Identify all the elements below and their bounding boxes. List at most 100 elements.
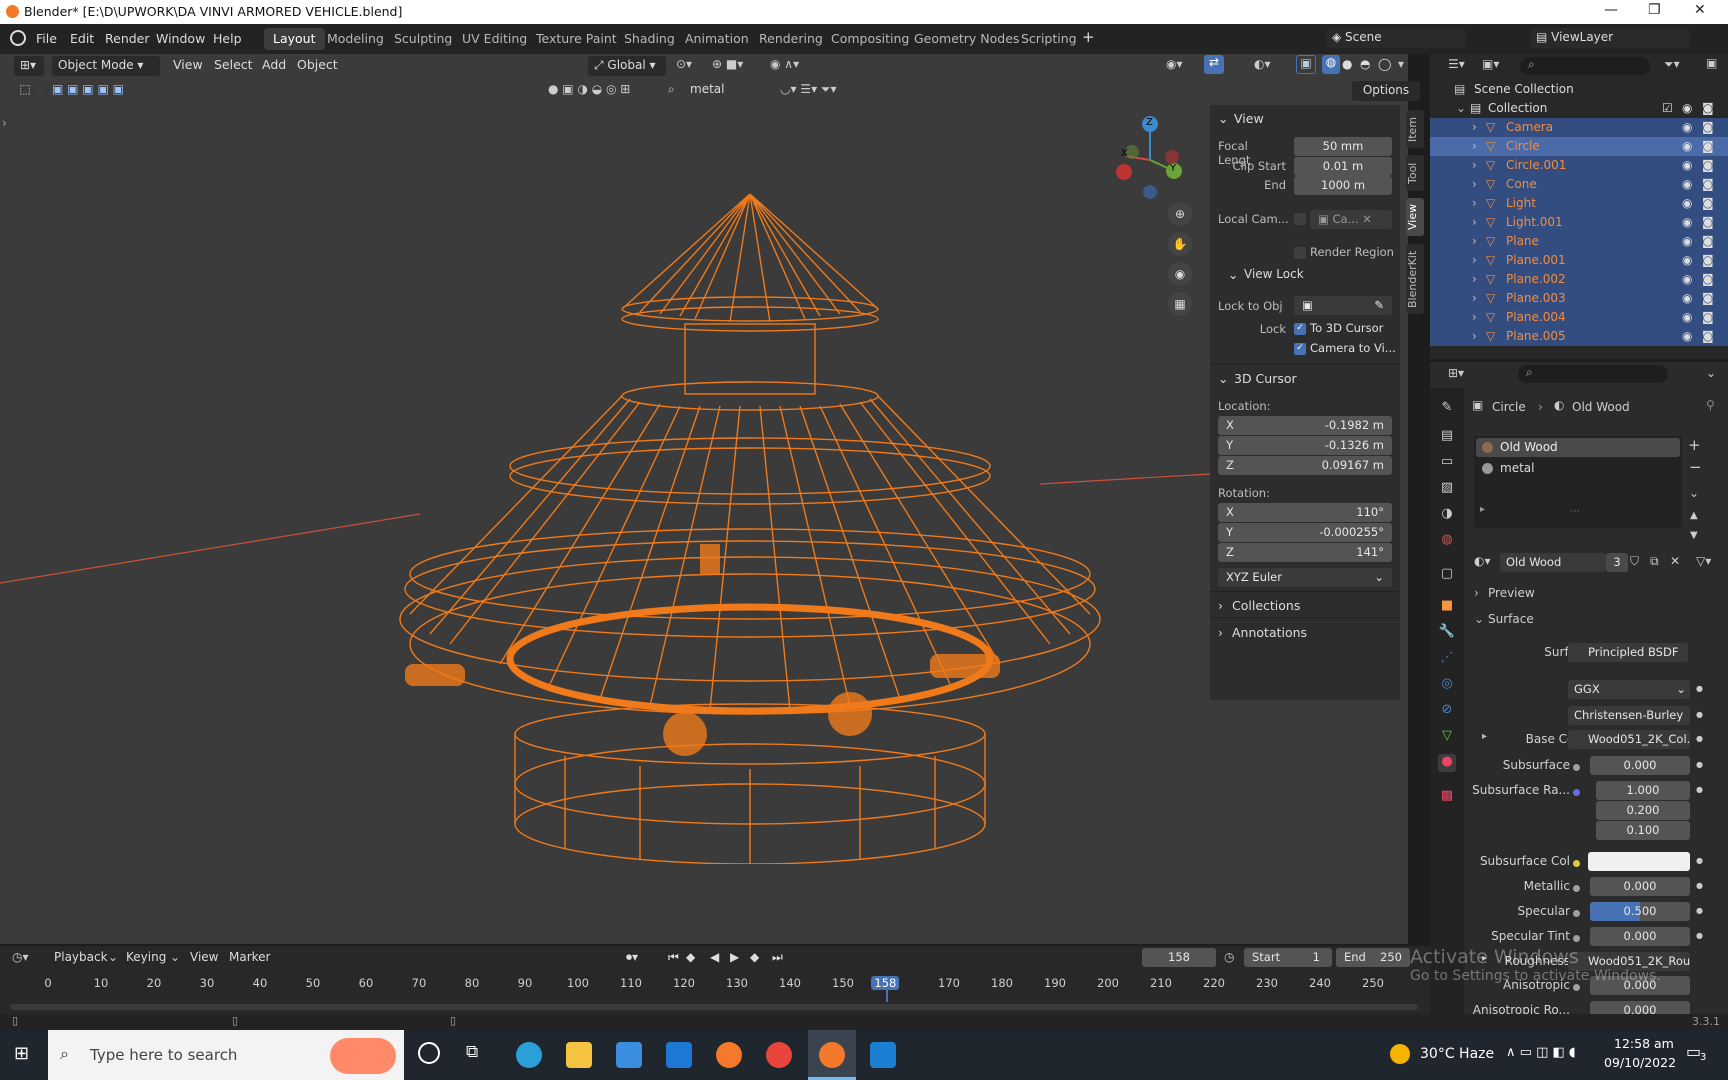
render-camera-icon[interactable]: ◙ [1702,196,1714,210]
scene-tab-icon[interactable]: ◑ [1438,506,1456,524]
particles-tab-icon[interactable]: ⋰ [1438,650,1456,668]
tab-animation[interactable]: Animation [676,28,758,50]
material-name-field[interactable]: Old Wood [1500,553,1606,572]
tab-item[interactable]: Item [1406,110,1424,148]
properties-options-icon[interactable]: ⌄ [1706,366,1716,380]
weather-text[interactable]: 30°C Haze [1420,1046,1494,1062]
cursor-rotation-y[interactable]: Y -0.000255° [1218,523,1392,542]
outliner-row[interactable]: › ▽ Light ◉ ◙ [1430,194,1728,213]
scene-selector[interactable]: ◈ Scene [1326,28,1466,48]
row-expand-icon[interactable]: › [1472,272,1477,286]
play-icon[interactable]: ▶ [730,950,739,964]
playback-menu[interactable]: Playback [54,950,108,964]
surface-shader-selector[interactable]: Principled BSDF [1568,643,1688,662]
base-color-expand-icon[interactable]: ▸ [1482,731,1487,742]
outliner-row[interactable]: › ▽ Plane.005 ◉ ◙ [1430,327,1728,346]
row-expand-icon[interactable]: › [1472,215,1477,229]
outliner-row[interactable]: › ▽ Cone ◉ ◙ [1430,175,1728,194]
chrome-icon[interactable] [766,1042,792,1068]
eye-icon[interactable]: ◉ [1682,234,1692,248]
timeline-scrollbar[interactable] [10,1004,1418,1010]
minimize-icon[interactable]: — [1604,2,1618,18]
tab-texture-paint[interactable]: Texture Paint [527,28,626,50]
subsurface-radius-r[interactable]: 1.000 [1596,781,1690,800]
preview-chevron-icon[interactable]: › [1474,586,1479,600]
outliner-row[interactable]: › ▽ Light.001 ◉ ◙ [1430,213,1728,232]
rotation-mode-dropdown[interactable]: XYZ Euler ⌄ [1218,568,1392,587]
collection-row[interactable]: ⌄ ▤ Collection ☑ ◉ ◙ [1430,99,1728,118]
material-browse-icon[interactable]: ◐▾ [1474,554,1491,568]
3d-cursor-title[interactable]: 3D Cursor [1234,371,1297,386]
tab-scripting[interactable]: Scripting [1012,28,1086,50]
render-camera-icon[interactable]: ◙ [1702,310,1714,324]
local-camera-checkbox[interactable] [1294,213,1306,225]
render-region-checkbox[interactable] [1294,247,1306,259]
eye-icon[interactable]: ◉ [1682,139,1692,153]
menu-file[interactable]: File [36,31,57,46]
blender-active-task[interactable] [808,1030,856,1080]
view-section-title[interactable]: View [1234,111,1264,126]
windows-start-icon[interactable]: ⊞ [14,1044,34,1064]
eye-icon[interactable]: ◉ [1682,177,1692,191]
next-keyframe-icon[interactable]: ◆ [750,950,759,964]
viewlayer-selector[interactable]: ▤ ViewLayer [1530,28,1690,48]
subsurface-field[interactable]: 0.000 [1590,756,1690,775]
physics-tab-icon[interactable]: ◎ [1438,676,1456,694]
expand-slot-icon[interactable]: ▸ [1480,504,1485,515]
jump-end-icon[interactable]: ⏭ [772,950,783,965]
menu-edit[interactable]: Edit [70,31,94,46]
constraints-tab-icon[interactable]: ⊘ [1438,702,1456,720]
render-camera-icon[interactable]: ◙ [1702,234,1714,248]
menu-render[interactable]: Render [105,31,150,46]
slot-specials-icon[interactable]: ⌄ [1689,486,1699,500]
collection-expand-icon[interactable]: ⌄ [1456,101,1466,115]
render-camera-icon[interactable]: ◙ [1702,139,1714,153]
marker-menu[interactable]: Marker [229,950,270,964]
material-slot-metal[interactable]: metal [1476,459,1680,478]
distribution-keyframe-dot[interactable]: ● [1696,684,1703,693]
clip-start-field[interactable]: 0.01 m [1294,157,1392,176]
collection-eye-icon[interactable]: ◉ [1682,101,1692,115]
collection-tab-icon[interactable]: ▢ [1438,566,1456,584]
subsurface-radius-b[interactable]: 0.100 [1596,821,1690,840]
tab-shading[interactable]: Shading [615,28,684,50]
specular-slider[interactable]: 0.500 [1590,902,1690,921]
start-frame-field[interactable]: Start 1 [1244,948,1332,967]
outliner-row[interactable]: › ▽ Plane.004 ◉ ◙ [1430,308,1728,327]
output-tab-icon[interactable]: ▭ [1438,454,1456,472]
task-view-icon[interactable]: ⧉ [466,1042,478,1062]
eye-icon[interactable]: ◉ [1682,196,1692,210]
surface-chevron-icon[interactable]: ⌄ [1474,612,1484,626]
properties-search-field[interactable]: ⌕ [1518,365,1668,383]
timeline-view-menu[interactable]: View [190,950,218,964]
prev-keyframe-icon[interactable]: ◆ [686,950,695,964]
weather-icon[interactable] [1390,1044,1410,1064]
mail-icon[interactable] [666,1042,692,1068]
modifier-tab-icon[interactable]: 🔧 [1438,624,1456,642]
unlink-material-icon[interactable]: ✕ [1670,554,1680,568]
fake-user-icon[interactable]: ⛉ [1630,554,1639,569]
material-users-count[interactable]: 3 [1606,553,1628,572]
render-camera-icon[interactable]: ◙ [1702,253,1714,267]
outliner-filter-icon[interactable]: ⏷▾ [1664,57,1680,72]
pin-icon[interactable]: ⚲ [1706,398,1715,412]
view-section-chevron-icon[interactable]: ⌄ [1218,111,1228,126]
row-expand-icon[interactable]: › [1472,177,1477,191]
blender-menu-icon[interactable] [10,30,26,46]
view-lock-title[interactable]: View Lock [1244,267,1304,281]
render-camera-icon[interactable]: ◙ [1702,158,1714,172]
tab-uv-editing[interactable]: UV Editing [453,28,536,50]
row-expand-icon[interactable]: › [1472,120,1477,134]
cursor-location-y[interactable]: Y -0.1326 m [1218,436,1392,455]
add-workspace-icon[interactable]: + [1082,28,1095,46]
material-slot-old-wood[interactable]: Old Wood [1476,438,1680,457]
eye-icon[interactable]: ◉ [1682,272,1692,286]
cortana-icon[interactable] [418,1042,440,1064]
row-expand-icon[interactable]: › [1472,196,1477,210]
outliner-row[interactable]: › ▽ Circle.001 ◉ ◙ [1430,156,1728,175]
data-tab-icon[interactable]: ▽ [1438,728,1456,746]
remove-slot-icon[interactable]: − [1689,458,1702,476]
specular-tint-keyframe-dot[interactable]: ● [1696,931,1703,940]
metallic-field[interactable]: 0.000 [1590,877,1690,896]
subsurface-method-keyframe-dot[interactable]: ● [1696,710,1703,719]
